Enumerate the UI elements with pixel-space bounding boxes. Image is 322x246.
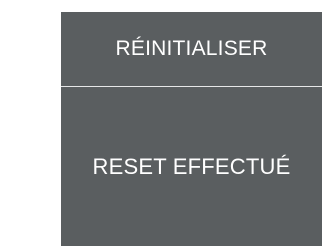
reset-status-message: RESET EFFECTUÉ	[92, 153, 291, 179]
reset-button[interactable]: RÉINITIALISER	[61, 12, 322, 86]
status-area: RESET EFFECTUÉ	[61, 87, 322, 246]
screen: RÉINITIALISER RESET EFFECTUÉ	[0, 0, 322, 246]
reset-panel: RÉINITIALISER RESET EFFECTUÉ	[61, 12, 322, 246]
